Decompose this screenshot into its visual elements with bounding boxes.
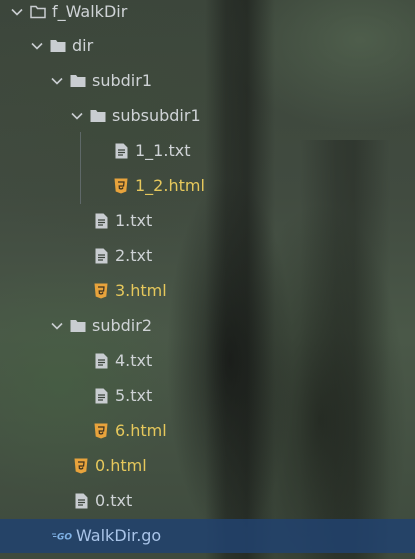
folder-icon [70, 73, 86, 89]
tree-node-label: 2.txt [115, 246, 153, 265]
tree-node-f-walkdir[interactable]: f_WalkDir [0, 0, 415, 29]
folder-outline-icon [30, 4, 46, 20]
folder-icon [50, 38, 66, 54]
text-file-icon [113, 143, 129, 159]
tree-file-6-html[interactable]: 6.html [0, 414, 415, 448]
html5-icon [93, 423, 109, 439]
svg-text:GO: GO [57, 533, 72, 543]
tree-node-subdir1[interactable]: subdir1 [0, 64, 415, 98]
tree-file-1-1-txt[interactable]: 1_1.txt [0, 134, 415, 168]
tree-node-label: 4.txt [115, 351, 153, 370]
tree-node-label: 1.txt [115, 211, 153, 230]
chevron-down-icon[interactable] [50, 74, 64, 88]
text-file-icon [93, 388, 109, 404]
tree-node-dir[interactable]: dir [0, 29, 415, 63]
go-file-icon: GO [52, 528, 72, 544]
tree-file-3-html[interactable]: 3.html [0, 274, 415, 308]
chevron-down-icon[interactable] [70, 109, 84, 123]
tree-file-2-txt[interactable]: 2.txt [0, 239, 415, 273]
tree-file-4-txt[interactable]: 4.txt [0, 344, 415, 378]
tree-node-label: 5.txt [115, 386, 153, 405]
chevron-down-icon[interactable] [10, 5, 24, 19]
tree-file-0-html[interactable]: 0.html [0, 449, 415, 483]
tree-node-label: f_WalkDir [52, 2, 128, 21]
tree-node-label: 0.html [95, 456, 147, 475]
folder-icon [70, 318, 86, 334]
text-file-icon [93, 248, 109, 264]
html5-icon [73, 458, 89, 474]
tree-node-label: WalkDir.go [76, 526, 162, 545]
tree-file-0-txt[interactable]: 0.txt [0, 484, 415, 518]
tree-node-label: 6.html [115, 421, 167, 440]
tree-node-label: 1_2.html [135, 176, 205, 195]
folder-icon [90, 108, 106, 124]
tree-node-label: 1_1.txt [135, 141, 191, 160]
tree-node-label: subdir1 [92, 71, 152, 90]
tree-node-label: 3.html [115, 281, 167, 300]
tree-node-label: subdir2 [92, 316, 152, 335]
chevron-down-icon[interactable] [30, 39, 44, 53]
text-file-icon [93, 213, 109, 229]
project-tree: f_WalkDir dir subdir1 subsubdir1 1_1.txt… [0, 0, 415, 559]
tree-file-5-txt[interactable]: 5.txt [0, 379, 415, 413]
text-file-icon [93, 353, 109, 369]
html5-icon [113, 178, 129, 194]
tree-file-1-2-html[interactable]: 1_2.html [0, 169, 415, 203]
tree-file-walkdir-go[interactable]: GO WalkDir.go [0, 519, 415, 553]
tree-node-subsubdir1[interactable]: subsubdir1 [0, 99, 415, 133]
tree-node-label: dir [72, 36, 94, 55]
tree-node-subdir2[interactable]: subdir2 [0, 309, 415, 343]
text-file-icon [73, 493, 89, 509]
tree-node-label: 0.txt [95, 491, 133, 510]
tree-file-1-txt[interactable]: 1.txt [0, 204, 415, 238]
chevron-down-icon[interactable] [50, 319, 64, 333]
html5-icon [93, 283, 109, 299]
tree-node-label: subsubdir1 [112, 106, 201, 125]
